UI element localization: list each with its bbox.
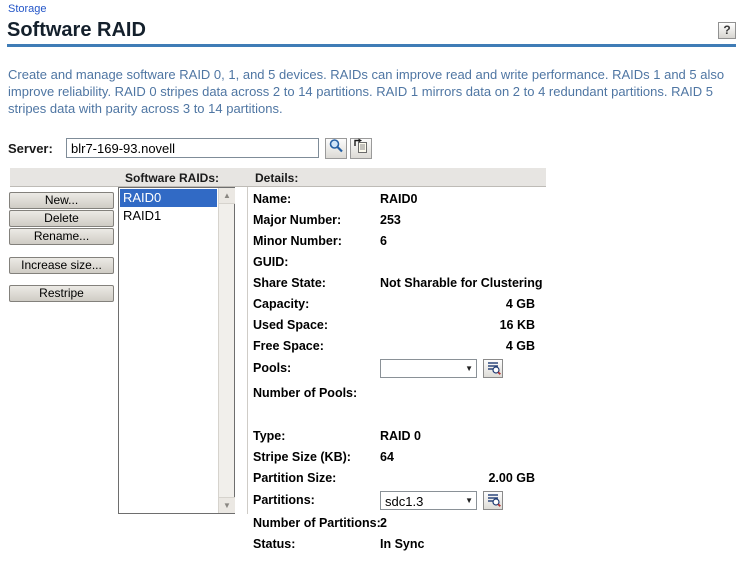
browse-details-icon [486,360,501,378]
rename-button[interactable]: Rename... [9,228,114,245]
detail-value: 4 GB [506,297,535,311]
detail-row-share-state: Share State: Not Sharable for Clustering [253,276,535,294]
details-separator [247,187,248,514]
browse-details-icon [486,492,501,510]
detail-row-number-of-pools: Number of Pools: [253,386,535,404]
increase-size-button[interactable]: Increase size... [9,257,114,274]
detail-row-major-number: Major Number: 253 [253,213,535,231]
detail-row-name: Name: RAID0 [253,192,535,210]
detail-row-guid: GUID: [253,255,535,273]
object-history-icon [353,138,369,159]
restripe-button[interactable]: Restripe [9,285,114,302]
detail-value: 64 [380,450,394,464]
server-input[interactable] [66,138,319,158]
detail-value: RAID0 [380,192,418,206]
detail-row-stripe-size: Stripe Size (KB): 64 [253,450,535,468]
detail-value: 16 KB [500,318,535,332]
list-scrollbar[interactable]: ▲ ▼ [218,188,234,513]
detail-row-type: Type: RAID 0 [253,429,535,447]
detail-value: 4 GB [506,339,535,353]
search-icon [328,138,344,159]
delete-button[interactable]: Delete [9,210,114,227]
server-history-button[interactable] [350,138,372,159]
detail-value: In Sync [380,537,424,551]
page-description: Create and manage software RAID 0, 1, an… [8,66,741,117]
detail-value: 2.00 GB [488,471,535,485]
detail-value: 6 [380,234,387,248]
section-header-bar: Software RAIDs: Details: [10,168,546,187]
title-divider [7,44,736,47]
pools-dropdown[interactable]: ▼ [380,359,477,378]
detail-row-number-of-partitions: Number of Partitions: 2 [253,516,535,534]
raid-list-item[interactable]: RAID0 [120,189,217,207]
breadcrumb-storage-link[interactable]: Storage [8,3,47,15]
help-button[interactable]: ? [718,22,736,39]
server-search-button[interactable] [325,138,347,159]
detail-row-pools: Pools: ▼ [253,361,535,379]
detail-row-capacity: Capacity: 4 GB [253,297,535,315]
detail-row-minor-number: Minor Number: 6 [253,234,535,252]
server-field-label: Server: [8,141,53,156]
detail-value: Not Sharable for Clustering [380,276,543,290]
chevron-down-icon: ▼ [465,496,473,505]
pools-browse-button[interactable] [483,359,503,378]
new-button[interactable]: New... [9,192,114,209]
page-title: Software RAID [7,19,146,42]
partitions-dropdown[interactable]: sdc1.3 ▼ [380,491,477,510]
raids-list-header: Software RAIDs: [125,171,219,185]
details-header: Details: [255,171,298,185]
detail-value: 2 [380,516,387,530]
detail-row-used-space: Used Space: 16 KB [253,318,535,336]
raid-list-item[interactable]: RAID1 [120,207,217,225]
detail-row-partitions: Partitions: sdc1.3 ▼ [253,493,535,511]
chevron-down-icon: ▼ [465,364,473,373]
partitions-dropdown-value: sdc1.3 [385,494,423,509]
detail-row-partition-size: Partition Size: 2.00 GB [253,471,535,489]
detail-value: 253 [380,213,401,227]
detail-row-free-space: Free Space: 4 GB [253,339,535,357]
partitions-browse-button[interactable] [483,491,503,510]
detail-value: RAID 0 [380,429,421,443]
detail-row-status: Status: In Sync [253,537,535,555]
software-raids-listbox[interactable]: RAID0 RAID1 ▲ ▼ [118,187,235,514]
scroll-down-icon[interactable]: ▼ [219,497,235,513]
scroll-up-icon[interactable]: ▲ [219,188,235,204]
